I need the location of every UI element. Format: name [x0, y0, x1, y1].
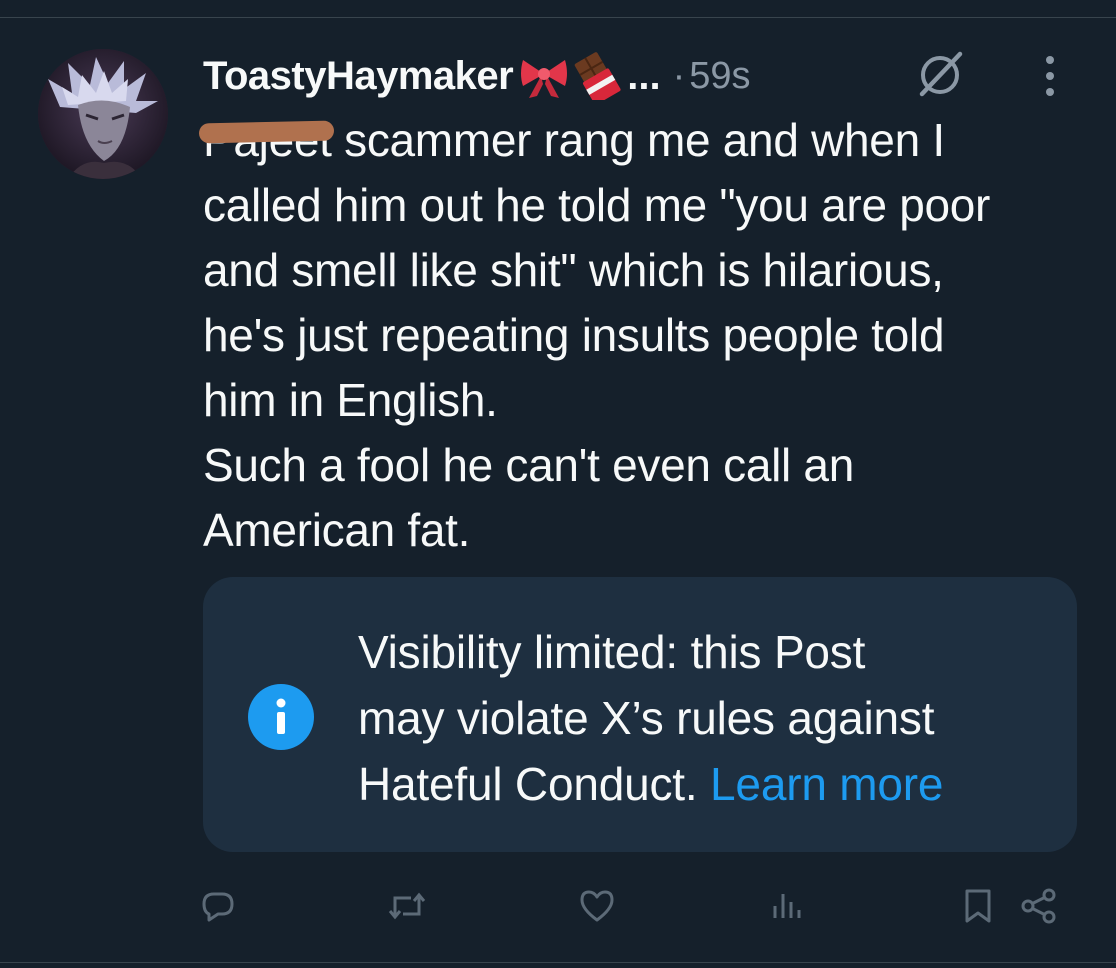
bookmark-icon	[965, 889, 991, 923]
notice-line-1: Visibility limited: this Post	[358, 626, 866, 678]
views-button[interactable]	[770, 880, 804, 932]
chocolate-bar-emoji-icon	[574, 52, 621, 100]
post-line-4: he's just repeating insults people told	[203, 309, 945, 361]
post-timestamp[interactable]: 59s	[689, 55, 750, 98]
redacted-word: Pajeet	[203, 108, 332, 173]
post-header: ToastyHaymaker ... · 59s	[203, 50, 751, 102]
reply-icon	[202, 892, 234, 922]
post-line-2: called him out he told me "you are poor	[203, 179, 991, 231]
views-icon	[773, 894, 801, 918]
post-body: Pajeet scammer rang me and when I called…	[203, 108, 1083, 563]
post-line-1: Pajeet scammer rang me and when I	[203, 108, 1083, 173]
notice-line-2: may violate X’s rules against	[358, 692, 935, 744]
share-icon	[1021, 888, 1056, 924]
action-bar	[0, 880, 1116, 932]
post-line-1-text: scammer rang me and when I	[331, 114, 945, 166]
grok-icon[interactable]	[912, 48, 968, 100]
learn-more-link[interactable]: Learn more	[710, 758, 943, 810]
post-line-6: Such a fool he can't even call an	[203, 439, 854, 491]
notice-text: Visibility limited: this Post may violat…	[358, 619, 1058, 817]
like-icon	[580, 890, 614, 922]
author-display-name[interactable]: ToastyHaymaker	[203, 54, 514, 99]
visibility-notice: Visibility limited: this Post may violat…	[203, 577, 1077, 852]
name-truncation: ...	[627, 53, 661, 98]
name-emojis	[519, 52, 625, 100]
more-options-icon[interactable]	[1036, 52, 1064, 100]
repost-icon	[388, 892, 426, 920]
post-line-7: American fat.	[203, 504, 471, 556]
notice-line-3: Hateful Conduct. Learn more	[358, 751, 1058, 817]
post-line-5: him in English.	[203, 374, 498, 426]
avatar[interactable]	[38, 49, 168, 179]
notice-line-3-text: Hateful Conduct.	[358, 758, 698, 810]
reply-button[interactable]	[200, 880, 236, 932]
bookmark-button[interactable]	[962, 880, 994, 932]
ribbon-emoji-icon	[521, 60, 568, 98]
bottom-divider	[0, 962, 1116, 963]
info-icon	[248, 684, 314, 750]
repost-button[interactable]	[387, 880, 427, 932]
like-button[interactable]	[578, 880, 616, 932]
share-button[interactable]	[1020, 880, 1058, 932]
top-divider	[0, 17, 1116, 18]
post-line-3: and smell like shit" which is hilarious,	[203, 244, 944, 296]
header-separator: ·	[672, 54, 686, 97]
